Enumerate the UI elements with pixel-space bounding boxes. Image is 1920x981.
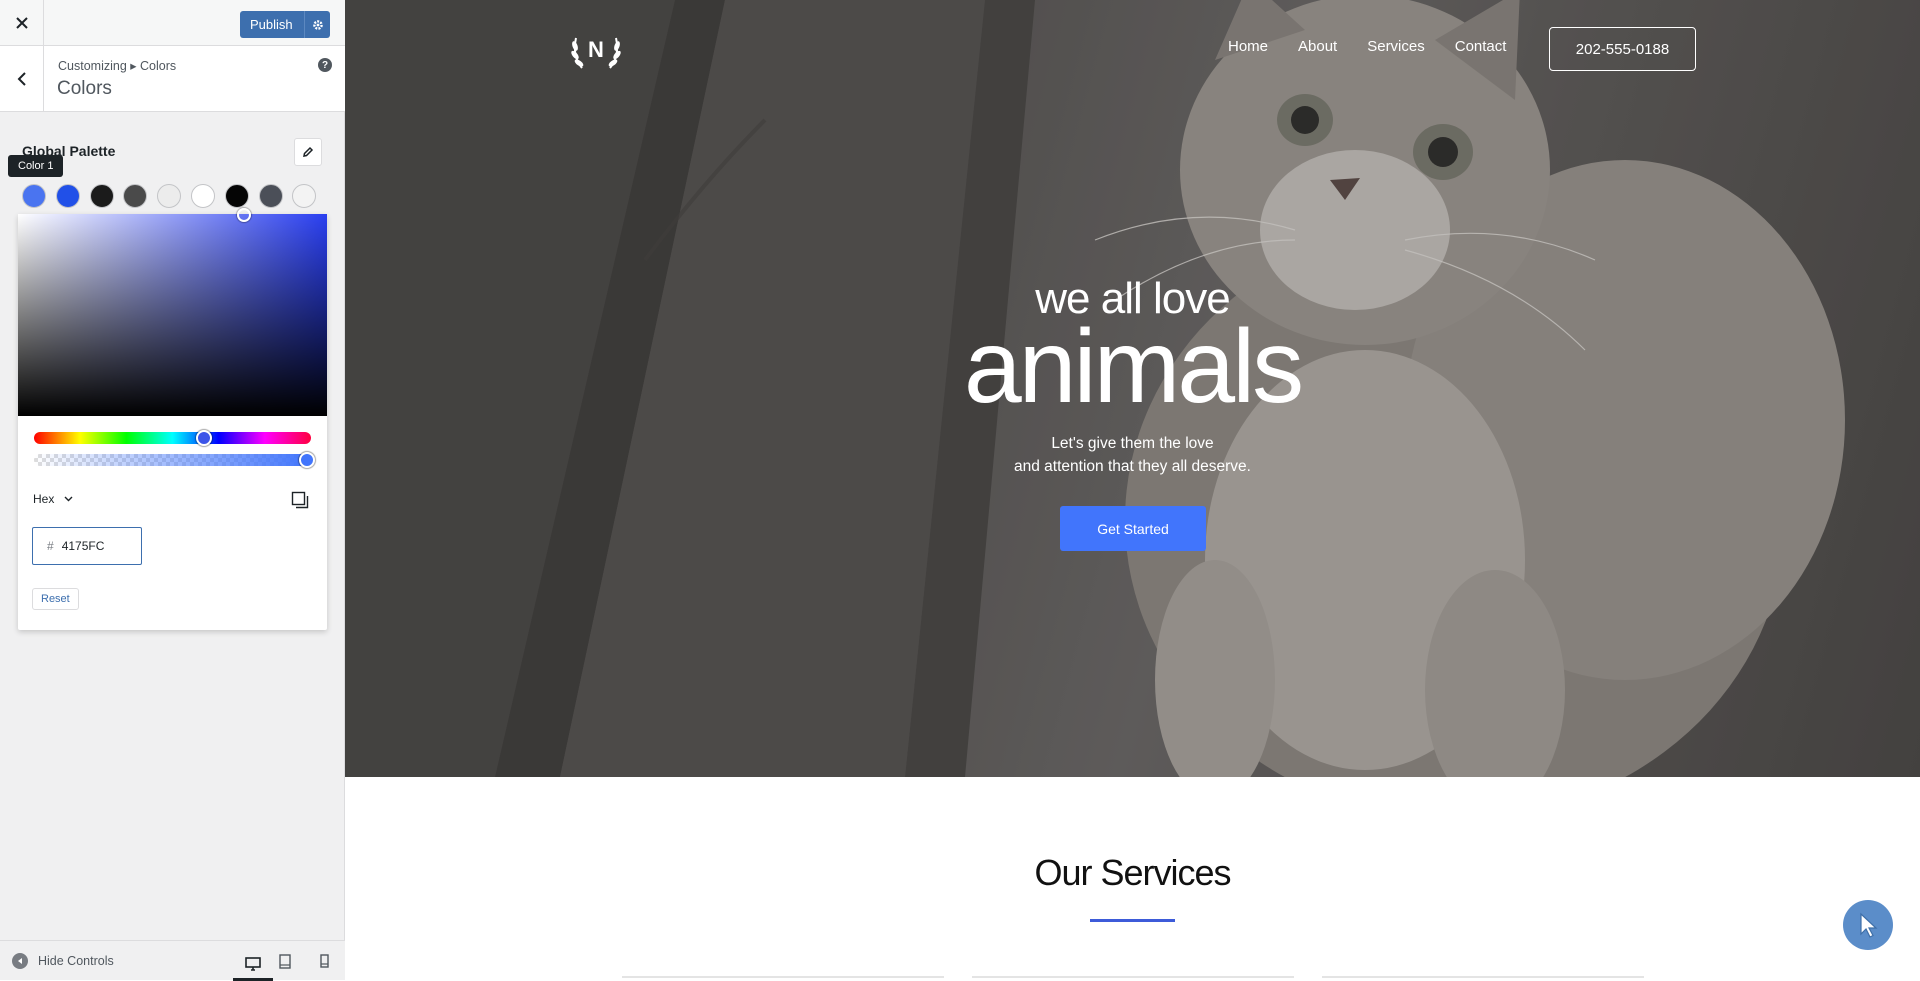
help-icon[interactable]: ? — [318, 58, 332, 72]
customizer-topbar: Publish — [0, 0, 345, 46]
help-widget-button[interactable] — [1843, 900, 1893, 950]
palette-swatch-3[interactable] — [90, 184, 114, 208]
gear-icon — [312, 19, 323, 30]
publish-settings-button[interactable] — [304, 11, 330, 38]
nav-contact[interactable]: Contact — [1455, 38, 1507, 55]
hero-subtitle-line-1: Let's give them the love — [1051, 435, 1214, 452]
hero-title: animals — [963, 309, 1304, 425]
breadcrumb: Customizing ▸ Colors — [58, 59, 177, 73]
reset-button[interactable]: Reset — [32, 588, 79, 610]
site-logo[interactable]: N — [568, 22, 624, 78]
color-format-select[interactable]: Hex — [33, 492, 73, 506]
alpha-handle[interactable] — [299, 452, 315, 468]
copy-color-button[interactable] — [290, 490, 310, 510]
hide-controls-label: Hide Controls — [38, 954, 114, 968]
section-title: Colors — [57, 78, 112, 99]
customizer-footer: Hide Controls — [0, 940, 345, 981]
palette-swatch-5[interactable] — [157, 184, 181, 208]
desktop-icon — [245, 956, 261, 971]
service-card — [972, 976, 1294, 978]
preview-mobile-button[interactable] — [311, 949, 337, 973]
nav-about[interactable]: About — [1298, 38, 1337, 55]
tablet-icon — [279, 953, 291, 969]
site-navigation: Home About Services Contact — [1228, 38, 1506, 55]
collapse-icon — [12, 953, 28, 969]
phone-button[interactable]: 202-555-0188 — [1549, 27, 1696, 71]
alpha-slider[interactable] — [34, 454, 311, 466]
hex-input[interactable]: # 4175FC — [32, 527, 142, 565]
mobile-icon — [319, 954, 329, 968]
palette-swatch-7[interactable] — [225, 184, 249, 208]
saturation-area[interactable] — [18, 208, 327, 416]
color-format-label: Hex — [33, 492, 55, 506]
pencil-icon — [303, 146, 314, 157]
section-header: Customizing ▸ Colors Colors ? — [0, 46, 345, 112]
get-started-button[interactable]: Get Started — [1060, 506, 1206, 551]
laurel-logo-icon: N — [571, 37, 621, 69]
preview-tablet-button[interactable] — [272, 949, 298, 973]
logo-letter: N — [588, 37, 604, 62]
site-preview: N Home About Services Contact 202-555-01… — [345, 0, 1920, 980]
hide-controls-button[interactable]: Hide Controls — [12, 941, 114, 981]
palette-swatch-9[interactable] — [292, 184, 316, 208]
hue-slider[interactable] — [34, 432, 311, 444]
publish-button[interactable]: Publish — [240, 11, 330, 38]
back-button[interactable] — [0, 46, 44, 112]
palette-swatch-4[interactable] — [123, 184, 147, 208]
copy-icon — [291, 491, 309, 509]
hero-section: N Home About Services Contact 202-555-01… — [345, 0, 1920, 777]
customizer-sidebar: Publish Customizing ▸ Colors Colors ? Gl… — [0, 0, 345, 981]
hex-hash: # — [47, 539, 54, 553]
color-picker-popover: Hex # 4175FC Reset — [18, 208, 327, 630]
palette-swatch-2[interactable] — [56, 184, 80, 208]
swatch-tooltip: Color 1 — [8, 155, 64, 177]
palette-swatch-8[interactable] — [259, 184, 283, 208]
cursor-icon — [1860, 912, 1878, 938]
palette-swatch-1[interactable] — [22, 184, 46, 208]
chevron-down-icon — [64, 496, 73, 502]
service-card — [1322, 976, 1644, 978]
hex-value: 4175FC — [61, 539, 105, 553]
saturation-handle[interactable] — [237, 208, 251, 222]
chevron-left-icon — [17, 72, 26, 86]
publish-label: Publish — [250, 17, 293, 32]
nav-services[interactable]: Services — [1367, 38, 1425, 55]
services-heading: Our Services — [1034, 852, 1231, 893]
hero-subtitle-line-2: and attention that they all deserve. — [1014, 458, 1251, 475]
nav-home[interactable]: Home — [1228, 38, 1268, 55]
edit-palette-button[interactable] — [294, 138, 322, 166]
preview-desktop-button[interactable] — [233, 949, 273, 981]
close-icon — [15, 17, 28, 29]
services-divider — [1090, 919, 1175, 922]
service-card — [622, 976, 944, 978]
palette-swatch-6[interactable] — [191, 184, 215, 208]
close-customizer-button[interactable] — [0, 0, 44, 46]
hue-handle[interactable] — [196, 430, 212, 446]
